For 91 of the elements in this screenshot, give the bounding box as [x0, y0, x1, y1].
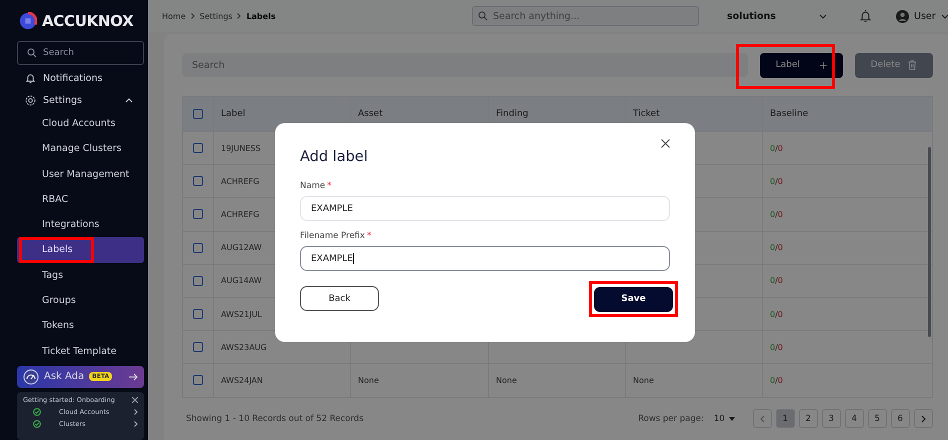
- caret-down-icon: [728, 416, 735, 420]
- logo-text: ACCUKNOX: [42, 12, 134, 30]
- chevron-right-icon: [237, 13, 242, 19]
- checkbox[interactable]: [193, 143, 203, 154]
- chevron-down-icon: [940, 14, 948, 18]
- previous-page-button[interactable]: [752, 409, 772, 428]
- gauge-icon: [23, 368, 39, 385]
- user-avatar-icon: [896, 10, 909, 22]
- page-button[interactable]: 2: [798, 409, 818, 428]
- table-cell: AWS21JUL: [221, 310, 262, 319]
- baseline-count: 0/0: [770, 310, 783, 319]
- chevron-right-icon: [190, 13, 195, 19]
- page-button[interactable]: 3: [822, 409, 841, 428]
- search-field[interactable]: Search: [17, 41, 144, 65]
- bell-icon[interactable]: [859, 10, 872, 22]
- baseline-count: 0/0: [770, 276, 783, 286]
- field-label: Filename Prefix *: [300, 231, 372, 241]
- baseline-count: 0/0: [770, 376, 783, 385]
- baseline-count: 0/0: [770, 342, 783, 352]
- dialog-title: Add label: [300, 149, 368, 165]
- table-cell: ACHREFG: [221, 210, 260, 219]
- next-page-button[interactable]: [914, 409, 933, 428]
- nav-item[interactable]: Tags: [17, 262, 144, 288]
- page-button[interactable]: 5: [868, 409, 887, 428]
- breadcrumb-link[interactable]: Home: [162, 12, 186, 20]
- column-header: Baseline: [770, 109, 808, 119]
- nav-item[interactable]: Ticket Template: [17, 338, 144, 364]
- checkbox[interactable]: [193, 276, 203, 286]
- checkbox[interactable]: [193, 242, 203, 253]
- baseline-count: 0/0: [770, 210, 783, 219]
- page-button[interactable]: 6: [890, 409, 910, 428]
- checkbox[interactable]: [193, 342, 203, 352]
- table-cell: AWS24JAN: [221, 376, 263, 385]
- table-cell: AWS23AUG: [221, 342, 267, 352]
- search-icon: [478, 11, 488, 21]
- nav-item[interactable]: Settings: [5, 89, 144, 111]
- checkbox[interactable]: [193, 109, 203, 119]
- column-header: Finding: [496, 109, 528, 119]
- trash-icon: [908, 59, 917, 71]
- page-size-select[interactable]: 10: [714, 414, 735, 424]
- table-cell: 19JUNESS: [221, 144, 261, 153]
- plus-icon: [820, 60, 827, 70]
- settings-icon: [25, 94, 36, 106]
- baseline-count: 0/0: [770, 176, 783, 186]
- checkbox[interactable]: [193, 209, 203, 220]
- column-header: Label: [221, 109, 246, 119]
- add-label-button[interactable]: Label: [760, 52, 843, 78]
- user-menu[interactable]: User: [896, 10, 948, 22]
- chevron-left-icon: [760, 414, 765, 422]
- input-field[interactable]: EXAMPLE: [300, 246, 670, 271]
- back-button[interactable]: Back: [300, 286, 379, 312]
- bell-icon: [25, 72, 36, 84]
- scrollbar[interactable]: [928, 147, 931, 337]
- nav-item[interactable]: User Management: [17, 162, 144, 187]
- table-cell: AUG14AW: [221, 276, 262, 286]
- breadcrumb-link[interactable]: Labels: [246, 12, 276, 20]
- nav-item[interactable]: Groups: [17, 288, 144, 314]
- page-button[interactable]: 4: [844, 409, 864, 428]
- logo-icon: [19, 12, 37, 30]
- nav-item[interactable]: Integrations: [17, 212, 144, 238]
- table-cell: ACHREFG: [221, 176, 260, 186]
- nav-item[interactable]: RBAC: [17, 186, 144, 212]
- nav-item[interactable]: Cloud Accounts: [17, 111, 144, 136]
- nav-item[interactable]: Notifications: [5, 67, 144, 89]
- checkbox[interactable]: [193, 375, 203, 386]
- save-button[interactable]: Save: [594, 286, 673, 312]
- baseline-count: 0/0: [770, 243, 783, 252]
- nav-item[interactable]: Tokens: [17, 313, 144, 339]
- table-cell: AUG12AW: [221, 243, 262, 252]
- field-label: Name *: [300, 181, 332, 191]
- search-icon: [27, 48, 37, 58]
- arrow-right-icon: [128, 372, 138, 381]
- table-cell: None: [358, 376, 379, 385]
- table-cell: None: [496, 376, 517, 385]
- table-cell: None: [633, 376, 654, 385]
- nav-item[interactable]: Manage Clusters: [17, 136, 144, 162]
- workspace-select[interactable]: solutions: [727, 10, 827, 22]
- input-field[interactable]: EXAMPLE: [300, 196, 670, 221]
- baseline-count: 0/0: [770, 144, 783, 153]
- checkbox[interactable]: [193, 176, 203, 186]
- chevron-right-icon: [920, 414, 926, 422]
- breadcrumb-link[interactable]: Settings: [200, 12, 232, 20]
- close-icon[interactable]: [661, 139, 670, 148]
- close-icon[interactable]: [132, 396, 138, 403]
- rows-per-page-label: Rows per page:: [638, 414, 704, 424]
- checkbox[interactable]: [193, 309, 203, 320]
- column-header: Ticket: [633, 109, 660, 119]
- ask-ada-label: Ask Ada: [44, 371, 84, 382]
- chevron-down-icon: [819, 14, 827, 18]
- column-header: Asset: [358, 109, 383, 119]
- records-summary: Showing 1 - 10 Records out of 52 Records: [186, 414, 364, 424]
